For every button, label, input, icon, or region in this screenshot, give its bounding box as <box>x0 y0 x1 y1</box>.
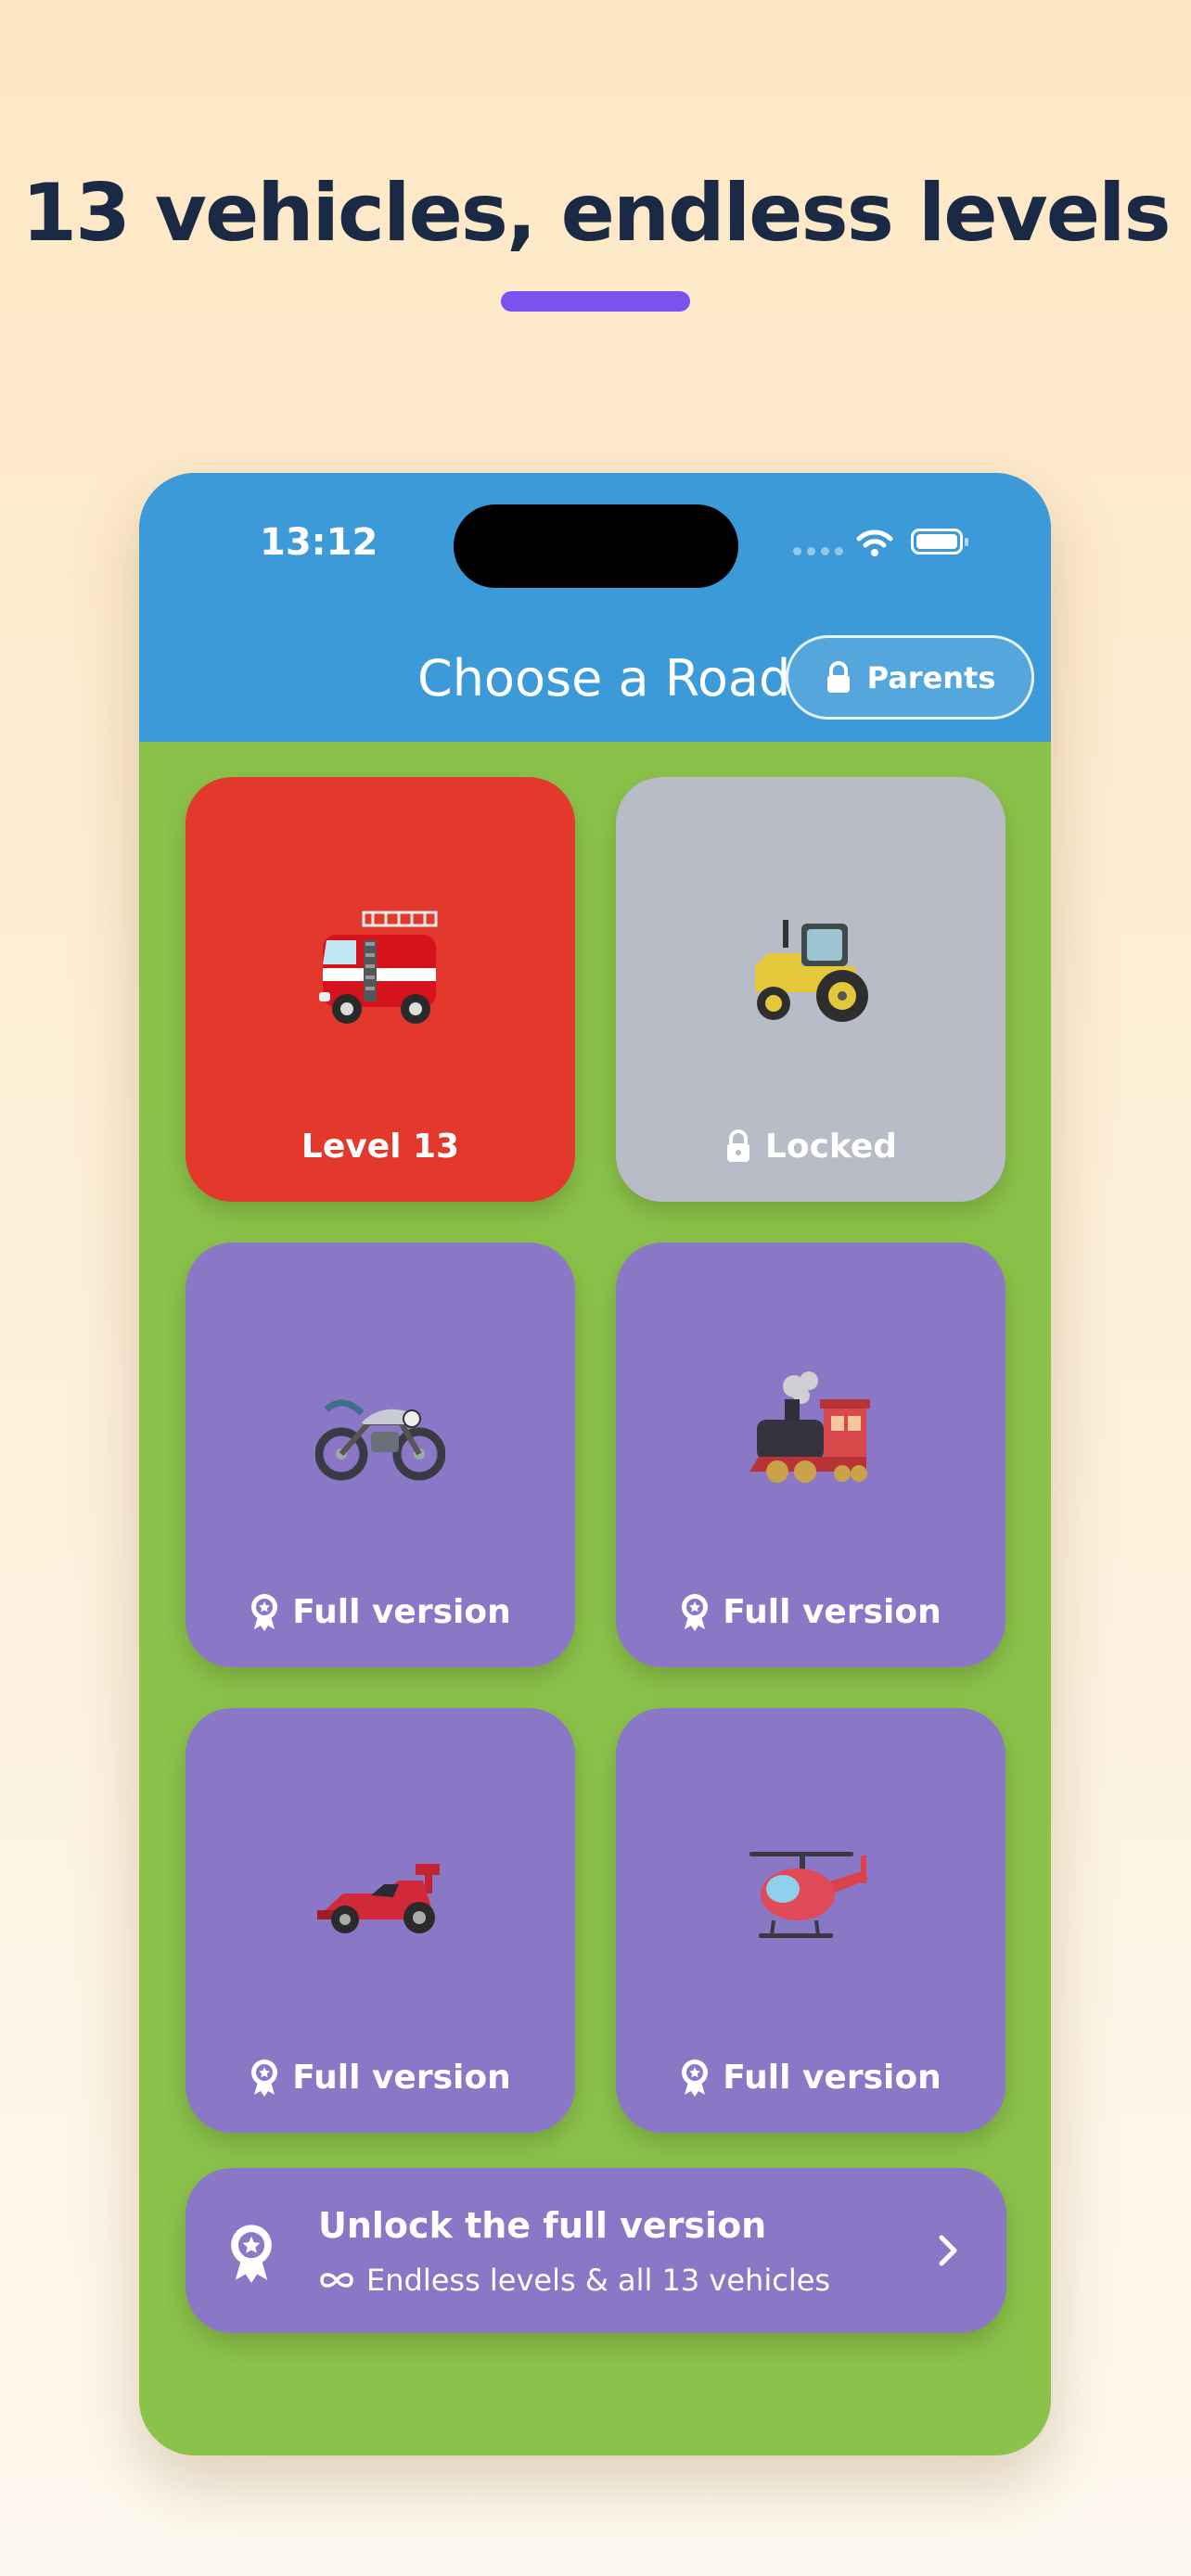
headline-title: 13 vehicles, endless levels <box>21 167 1171 260</box>
chevron-right-icon <box>939 2235 957 2266</box>
tractor-icon <box>616 888 1005 1046</box>
road-card-label: Full version <box>186 2049 575 2105</box>
unlock-full-version-button[interactable]: Unlock the full version Endless levels &… <box>186 2168 1006 2333</box>
infinity-icon <box>320 2273 353 2288</box>
road-card-label: Full version <box>616 1584 1005 1639</box>
award-badge-icon <box>682 1594 709 1631</box>
road-card-label: Full version <box>616 2049 1005 2105</box>
full-version-label: Full version <box>723 1592 941 1631</box>
unlock-title: Unlock the full version <box>318 2205 767 2246</box>
steam-locomotive-icon <box>616 1354 1005 1511</box>
road-card-steam-locomotive[interactable]: Full version <box>616 1243 1005 1667</box>
battery-icon <box>911 529 968 555</box>
road-card-label: Level 13 <box>186 1118 575 1174</box>
award-badge-icon <box>251 2060 278 2097</box>
full-version-label: Full version <box>292 1592 511 1631</box>
wifi-icon <box>856 529 893 556</box>
unlock-subtitle-row: Endless levels & all 13 vehicles <box>318 2263 830 2298</box>
road-card-fire-engine[interactable]: Level 13 <box>186 777 575 1202</box>
road-card-tractor[interactable]: Locked <box>616 777 1005 1202</box>
award-badge-icon <box>251 1594 278 1631</box>
road-card-helicopter[interactable]: Full version <box>616 1708 1005 2133</box>
parents-button-label: Parents <box>866 659 996 695</box>
signal-dots-icon <box>793 547 843 555</box>
phone-frame: 13:12 Choose a Road Parents Level 13 Loc… <box>139 473 1051 2455</box>
parents-button[interactable]: Parents <box>786 635 1034 720</box>
full-version-label: Full version <box>723 2058 941 2097</box>
road-card-label: Full version <box>186 1584 575 1639</box>
helicopter-icon <box>616 1819 1005 1977</box>
lock-icon <box>826 660 850 693</box>
lock-icon <box>726 1129 749 1162</box>
nav-bar: 13:12 Choose a Road Parents <box>139 473 1051 742</box>
racing-car-icon <box>186 1819 575 1977</box>
page-title: Choose a Road <box>417 649 791 708</box>
road-card-racing-car[interactable]: Full version <box>186 1708 575 2133</box>
full-version-label: Full version <box>292 2058 511 2097</box>
road-card-label: Locked <box>616 1118 1005 1174</box>
motorcycle-icon <box>186 1354 575 1511</box>
fire-engine-icon <box>186 888 575 1046</box>
status-time: 13:12 <box>260 521 378 564</box>
award-badge-icon <box>682 2060 709 2097</box>
locked-label: Locked <box>764 1127 898 1166</box>
road-card-motorcycle[interactable]: Full version <box>186 1243 575 1667</box>
unlock-subtitle: Endless levels & all 13 vehicles <box>366 2263 831 2298</box>
headline-underline <box>501 291 690 312</box>
level-label: Level 13 <box>301 1127 460 1166</box>
dynamic-island <box>454 504 738 588</box>
award-badge-icon <box>231 2225 272 2283</box>
